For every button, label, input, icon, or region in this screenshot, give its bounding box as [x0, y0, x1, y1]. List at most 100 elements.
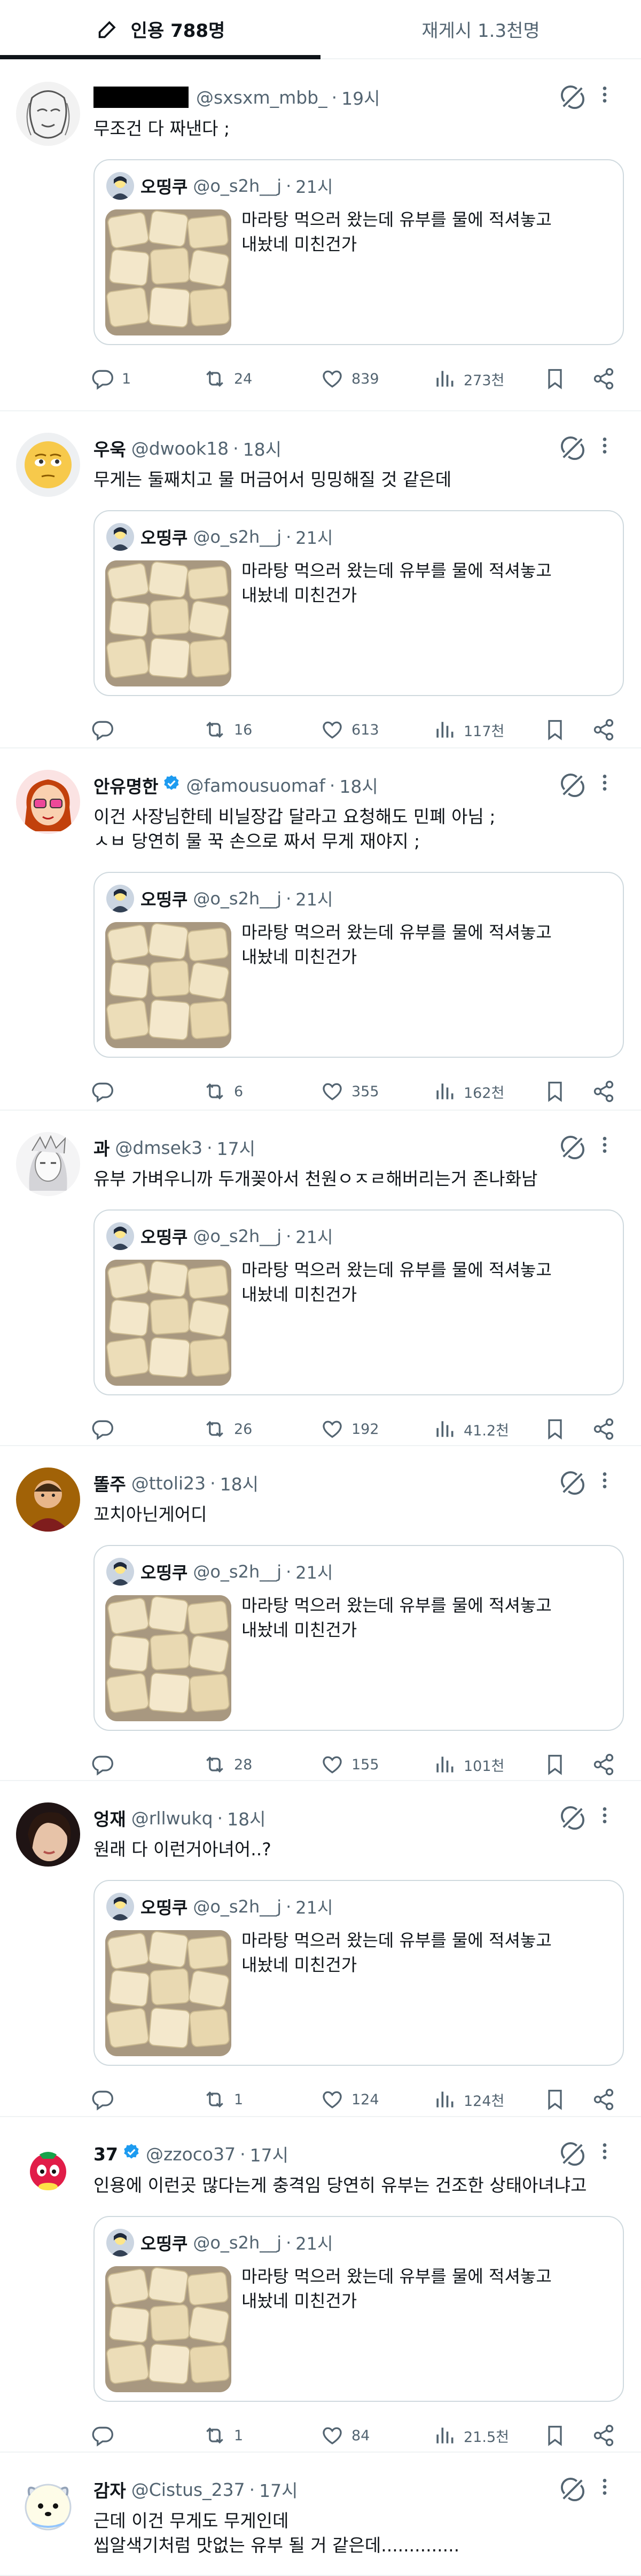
share-button[interactable]	[592, 1417, 623, 1441]
bookmark-button[interactable]	[543, 2424, 574, 2447]
share-button[interactable]	[592, 2088, 623, 2111]
avatar[interactable]	[16, 1802, 80, 1867]
share-button[interactable]	[592, 1080, 623, 1103]
reply-button[interactable]	[91, 1417, 122, 1441]
tweet-card[interactable]: @sxsxm_mbb_ · 19시 무조건 다 짜낸다 ; 오띵쿠 @o_s2h__j · 2…	[0, 60, 641, 411]
tweet-card[interactable]: 똘주 @ttoli23 · 18시 꼬치아닌게어디 오띵쿠 @o_s2h__j · 21시 마라탕…	[0, 1446, 641, 1781]
quoted-tweet[interactable]: 오띵쿠 @o_s2h__j · 21시 마라탕 먹으러 왔는데 유부를 물에 적셔놓고 …	[93, 159, 624, 345]
quoted-image[interactable]	[105, 2266, 231, 2392]
avatar[interactable]	[16, 433, 80, 497]
more-options-icon[interactable]	[594, 2476, 615, 2502]
tweet-card[interactable]: 37 @zzoco37 · 17시 인용에 이런곳 많다는게 충격임 당연히 유부는 건…	[0, 2117, 641, 2453]
more-options-icon[interactable]	[594, 1805, 615, 1830]
repost-button[interactable]: 24	[203, 367, 252, 391]
reply-button[interactable]	[91, 1753, 122, 1776]
display-name[interactable]: 안유명한	[93, 772, 158, 798]
more-options-icon[interactable]	[594, 1470, 615, 1495]
more-options-icon[interactable]	[594, 435, 615, 460]
timestamp[interactable]: 17시	[250, 2141, 288, 2167]
quoted-tweet[interactable]: 오띵쿠 @o_s2h__j · 21시 마라탕 먹으러 왔는데 유부를 물에 적셔놓고 …	[93, 2216, 624, 2402]
avatar[interactable]	[16, 1132, 80, 1196]
views-button[interactable]: 101천	[433, 1753, 504, 1776]
display-name[interactable]: 똘주	[93, 1470, 126, 1496]
user-handle[interactable]: @famousuomaf	[186, 775, 325, 796]
timestamp[interactable]: 18시	[220, 1470, 259, 1496]
bookmark-button[interactable]	[543, 367, 574, 391]
timestamp[interactable]: 17시	[259, 2477, 298, 2502]
like-button[interactable]: 84	[320, 2424, 370, 2447]
grok-explain-icon[interactable]	[560, 1135, 585, 1160]
repost-button[interactable]: 1	[203, 2088, 243, 2111]
avatar[interactable]	[16, 1467, 80, 1532]
grok-explain-icon[interactable]	[560, 436, 585, 460]
grok-explain-icon[interactable]	[560, 85, 585, 110]
reply-button[interactable]	[91, 1080, 122, 1103]
quoted-tweet[interactable]: 오띵쿠 @o_s2h__j · 21시 마라탕 먹으러 왔는데 유부를 물에 적셔놓고 …	[93, 1209, 624, 1395]
timestamp[interactable]: 18시	[243, 435, 282, 461]
quoted-image[interactable]	[105, 1595, 231, 1721]
reply-button[interactable]: 1	[91, 367, 131, 391]
quoted-image[interactable]	[105, 560, 231, 686]
views-button[interactable]: 41.2천	[433, 1417, 509, 1441]
user-handle[interactable]: @dmsek3	[115, 1137, 202, 1158]
views-button[interactable]: 162천	[433, 1080, 504, 1103]
repost-button[interactable]: 28	[203, 1753, 252, 1776]
tweet-card[interactable]: 과 @dmsek3 · 17시 유부 가벼우니까 두개꽂아서 천원ㅇㅈㄹ해버리는거 존나…	[0, 1111, 641, 1446]
bookmark-button[interactable]	[543, 2088, 574, 2111]
display-name[interactable]: 과	[93, 1135, 110, 1160]
display-name[interactable]: 감자	[93, 2477, 126, 2502]
like-button[interactable]: 155	[320, 1753, 379, 1776]
share-button[interactable]	[592, 2424, 623, 2447]
tweet-card[interactable]: 안유명한 @famousuomaf · 18시 이건 사장님한테 비닐장갑 달라고 요청…	[0, 748, 641, 1111]
quoted-tweet[interactable]: 오띵쿠 @o_s2h__j · 21시 마라탕 먹으러 왔는데 유부를 물에 적셔놓고 …	[93, 510, 624, 696]
tab-reposts[interactable]: 재게시 1.3천명	[320, 0, 641, 58]
display-name[interactable]: 우욱	[93, 435, 126, 461]
quoted-image[interactable]	[105, 922, 231, 1048]
share-button[interactable]	[592, 718, 623, 741]
timestamp[interactable]: 19시	[341, 84, 380, 110]
quoted-image[interactable]	[105, 1260, 231, 1386]
like-button[interactable]: 613	[320, 718, 379, 741]
user-handle[interactable]: @zzoco37	[146, 2144, 236, 2165]
quoted-tweet[interactable]: 오띵쿠 @o_s2h__j · 21시 마라탕 먹으러 왔는데 유부를 물에 적셔놓고 …	[93, 1880, 624, 2066]
timestamp[interactable]: 17시	[217, 1135, 255, 1160]
reply-button[interactable]	[91, 2088, 122, 2111]
avatar[interactable]	[16, 2474, 80, 2538]
views-button[interactable]: 117천	[433, 718, 504, 741]
like-button[interactable]: 839	[320, 367, 379, 391]
user-handle[interactable]: @sxsxm_mbb_	[196, 87, 327, 108]
reply-button[interactable]	[91, 2424, 122, 2447]
more-options-icon[interactable]	[594, 1134, 615, 1160]
more-options-icon[interactable]	[594, 772, 615, 798]
grok-explain-icon[interactable]	[560, 1471, 585, 1495]
repost-button[interactable]: 6	[203, 1080, 243, 1103]
repost-button[interactable]: 26	[203, 1417, 252, 1441]
display-name[interactable]: 37	[93, 2144, 118, 2165]
views-button[interactable]: 273천	[433, 367, 504, 391]
timestamp[interactable]: 18시	[227, 1805, 265, 1831]
quoted-image[interactable]	[105, 209, 231, 335]
user-handle[interactable]: @Cistus_237	[131, 2479, 245, 2500]
grok-explain-icon[interactable]	[560, 2477, 585, 2502]
grok-explain-icon[interactable]	[560, 2142, 585, 2166]
views-button[interactable]: 21.5천	[433, 2424, 509, 2447]
quoted-image[interactable]	[105, 1930, 231, 2056]
tab-quotes[interactable]: 인용 788명	[0, 0, 320, 59]
more-options-icon[interactable]	[594, 84, 615, 110]
views-button[interactable]: 124천	[433, 2088, 504, 2111]
repost-button[interactable]: 1	[203, 2424, 243, 2447]
like-button[interactable]: 355	[320, 1080, 379, 1103]
bookmark-button[interactable]	[543, 1080, 574, 1103]
display-name[interactable]: 엉재	[93, 1805, 126, 1831]
user-handle[interactable]: @dwook18	[131, 438, 229, 459]
user-handle[interactable]: @ttoli23	[131, 1473, 206, 1494]
bookmark-button[interactable]	[543, 1753, 574, 1776]
more-options-icon[interactable]	[594, 2141, 615, 2166]
quoted-tweet[interactable]: 오띵쿠 @o_s2h__j · 21시 마라탕 먹으러 왔는데 유부를 물에 적셔놓고 …	[93, 1545, 624, 1731]
avatar[interactable]	[16, 770, 80, 834]
reply-button[interactable]	[91, 718, 122, 741]
like-button[interactable]: 192	[320, 1417, 379, 1441]
timestamp[interactable]: 18시	[339, 772, 378, 798]
tweet-card[interactable]: 엉재 @rllwukq · 18시 원래 다 이런거아녀어..? 오띵쿠 @o_s2h__j…	[0, 1781, 641, 2117]
share-button[interactable]	[592, 367, 623, 391]
